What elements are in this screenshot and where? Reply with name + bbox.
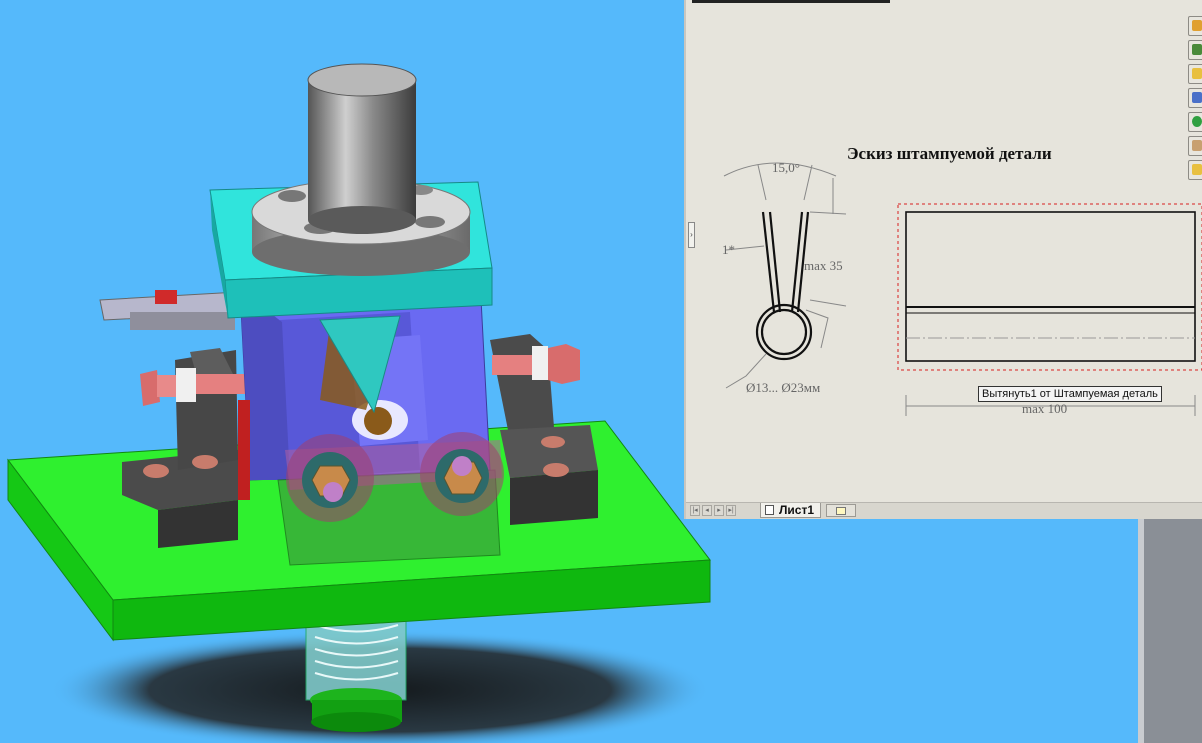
search-folder-icon[interactable]: [1188, 160, 1202, 180]
sheet-title: Эскиз штампуемой детали: [847, 144, 1052, 163]
diameter-dimension[interactable]: Ø13... Ø23мм: [746, 380, 820, 396]
folder-icon[interactable]: [1188, 64, 1202, 84]
height-dimension[interactable]: max 35: [804, 258, 843, 274]
u-profile: [755, 211, 813, 361]
part-outline[interactable]: [905, 211, 1196, 362]
add-sheet-icon: [836, 507, 846, 515]
sketch-geometry: [723, 162, 1202, 416]
length-dimension[interactable]: max 100: [1022, 401, 1067, 417]
left-roller[interactable]: [286, 434, 374, 522]
drawing-window[interactable]: › Эскиз штампуемой детали 15,0° 1* max 3…: [684, 0, 1202, 519]
next-sheet-button[interactable]: ▸: [714, 505, 724, 516]
sheet-icon: [765, 505, 774, 515]
tab-sheet1-label: Лист1: [779, 503, 815, 517]
parts-library-icon[interactable]: [1188, 40, 1202, 60]
angle-dimension[interactable]: 15,0°: [772, 160, 800, 176]
task-pane-tabs: [1185, 12, 1202, 184]
tab-sheet1[interactable]: Лист1: [760, 503, 822, 518]
punch-shank[interactable]: [307, 63, 417, 234]
radius-dimension[interactable]: 1*: [722, 242, 735, 258]
last-sheet-button[interactable]: ▸|: [726, 505, 736, 516]
right-roller[interactable]: [420, 432, 504, 516]
feature-tooltip: Вытянуть1 от Штампуемая деталь: [978, 386, 1162, 402]
previous-sheet-button[interactable]: ◂: [702, 505, 712, 516]
first-sheet-button[interactable]: |◂: [690, 505, 700, 516]
appearances-icon[interactable]: [1188, 112, 1202, 132]
custom-properties-icon[interactable]: [1188, 136, 1202, 156]
part-selection-frame[interactable]: [897, 203, 1202, 371]
sheet-tab-bar: |◂ ◂ ▸ ▸| Лист1: [686, 502, 1202, 519]
window-backdrop-edge: [1138, 519, 1144, 743]
window-backdrop: [1140, 519, 1202, 743]
view-palette-icon[interactable]: [1188, 88, 1202, 108]
home-icon[interactable]: [1188, 16, 1202, 36]
add-sheet-button[interactable]: [826, 504, 856, 517]
